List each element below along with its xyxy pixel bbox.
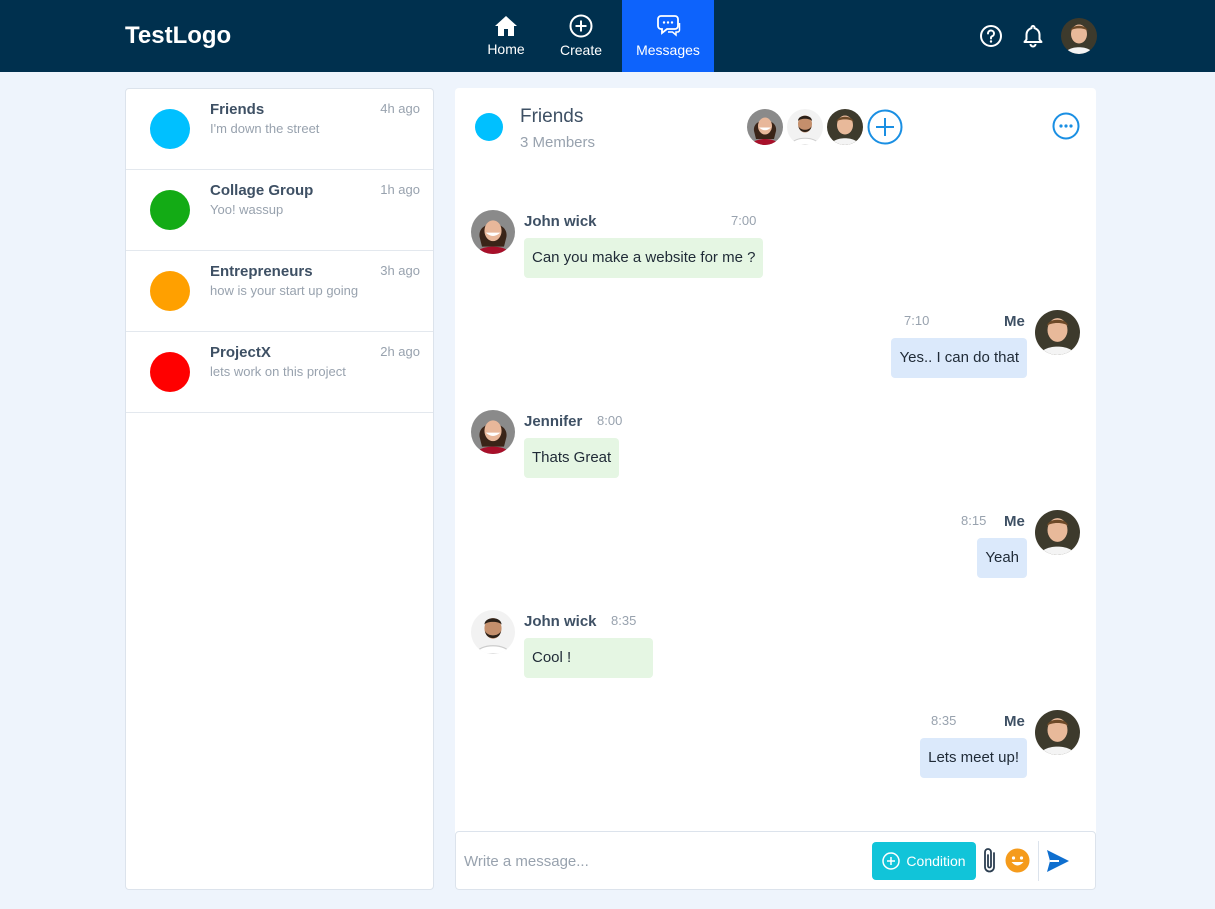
- conversation-time: 3h ago: [380, 263, 420, 278]
- member-avatar[interactable]: [827, 109, 863, 145]
- nav-messages-label: Messages: [636, 42, 700, 58]
- message-time: 8:15: [961, 513, 987, 528]
- message-composer: Condition: [455, 831, 1096, 890]
- conversation-list: Friends I'm down the street 4h ago Colla…: [125, 88, 434, 890]
- message-bubble: Yes.. I can do that: [891, 338, 1027, 378]
- conversation-time: 1h ago: [380, 182, 420, 197]
- sender-name: Me: [1004, 313, 1025, 330]
- conversation-preview: Yoo! wassup: [210, 202, 284, 217]
- conversation-time: 4h ago: [380, 101, 420, 116]
- plus-circle-icon: [882, 852, 901, 870]
- nav-home[interactable]: Home: [472, 0, 540, 72]
- message-bubble: Yeah: [977, 538, 1027, 578]
- plus-circle-icon: [867, 109, 903, 145]
- member-avatar[interactable]: [747, 109, 783, 145]
- group-color-dot: [150, 190, 190, 230]
- nav-right-group: [967, 18, 1097, 54]
- logo[interactable]: TestLogo: [125, 22, 231, 50]
- conversation-item[interactable]: Entrepreneurs how is your start up going…: [126, 251, 433, 332]
- message-outgoing: 8:35 Me Lets meet up!: [880, 710, 1080, 780]
- message-time: 7:10: [904, 313, 930, 328]
- conversation-name: Friends: [210, 101, 265, 118]
- sender-name: John wick: [524, 213, 597, 230]
- member-count: 3 Members: [520, 134, 596, 151]
- condition-button[interactable]: Condition: [872, 842, 976, 880]
- message-time: 7:00: [731, 213, 757, 228]
- message-input[interactable]: [464, 842, 864, 880]
- message-outgoing: 7:10 Me Yes.. I can do that: [880, 310, 1080, 380]
- plus-circle-icon: [569, 14, 593, 42]
- emoji-icon[interactable]: [1005, 848, 1030, 878]
- message-incoming: Jennifer 8:00 Thats Great: [471, 410, 671, 480]
- top-navbar: TestLogo Home Create Messages: [0, 0, 1215, 72]
- member-avatars: [747, 109, 903, 145]
- composer-divider: [1038, 841, 1039, 881]
- message-bubble: Lets meet up!: [920, 738, 1027, 778]
- conversation-preview: how is your start up going: [210, 283, 359, 298]
- conversation-time: 2h ago: [380, 344, 420, 359]
- message-outgoing: 8:15 Me Yeah: [880, 510, 1080, 580]
- member-avatar[interactable]: [787, 109, 823, 145]
- more-icon: [1052, 112, 1080, 140]
- sender-avatar[interactable]: [1035, 710, 1080, 755]
- chat-bubbles-icon: [655, 14, 681, 42]
- paperclip-icon[interactable]: [980, 846, 1000, 881]
- group-color-dot: [150, 271, 190, 311]
- sender-name: Me: [1004, 713, 1025, 730]
- sender-avatar[interactable]: [471, 210, 515, 254]
- nav-create[interactable]: Create: [540, 0, 622, 72]
- message-incoming: John wick 7:00 Can you make a website fo…: [471, 210, 791, 280]
- add-member-button[interactable]: [867, 109, 903, 145]
- chat-panel: Friends 3 Members John wick 7:00 Can you…: [455, 88, 1096, 890]
- conversation-name: ProjectX: [210, 344, 271, 361]
- sender-name: John wick: [524, 613, 597, 630]
- group-color-dot: [150, 109, 190, 149]
- more-options-button[interactable]: [1052, 112, 1080, 140]
- sender-name: Jennifer: [524, 413, 583, 430]
- bell-icon[interactable]: [1015, 18, 1051, 54]
- message-bubble: Cool !: [524, 638, 653, 678]
- chat-title: Friends: [520, 106, 584, 127]
- conversation-name: Collage Group: [210, 182, 314, 199]
- nav-create-label: Create: [559, 42, 603, 58]
- message-time: 8:35: [611, 613, 637, 628]
- user-avatar[interactable]: [1061, 18, 1097, 54]
- sender-avatar[interactable]: [471, 410, 515, 454]
- conversation-item[interactable]: Friends I'm down the street 4h ago: [126, 89, 433, 170]
- nav-home-label: Home: [487, 41, 525, 57]
- main-nav: Home Create Messages: [472, 0, 714, 72]
- nav-messages[interactable]: Messages: [622, 0, 714, 72]
- group-color-dot: [150, 352, 190, 392]
- message-time: 8:35: [931, 713, 957, 728]
- condition-label: Condition: [906, 853, 966, 869]
- conversation-preview: lets work on this project: [210, 364, 346, 379]
- sender-avatar[interactable]: [471, 610, 515, 654]
- message-time: 8:00: [597, 413, 623, 428]
- chat-header: Friends 3 Members: [455, 88, 1096, 168]
- sender-avatar[interactable]: [1035, 310, 1080, 355]
- send-icon: [1047, 850, 1069, 872]
- sender-avatar[interactable]: [1035, 510, 1080, 555]
- conversation-preview: I'm down the street: [210, 121, 320, 136]
- message-bubble: Can you make a website for me ?: [524, 238, 764, 278]
- group-color-dot: [475, 113, 503, 141]
- message-incoming: John wick 8:35 Cool !: [471, 610, 671, 680]
- conversation-item[interactable]: ProjectX lets work on this project 2h ag…: [126, 332, 433, 413]
- sender-name: Me: [1004, 513, 1025, 530]
- conversation-name: Entrepreneurs: [210, 263, 313, 280]
- message-bubble: Thats Great: [524, 438, 620, 478]
- conversation-item[interactable]: Collage Group Yoo! wassup 1h ago: [126, 170, 433, 251]
- home-icon: [494, 15, 518, 41]
- send-button[interactable]: [1045, 848, 1071, 879]
- help-icon[interactable]: [973, 18, 1009, 54]
